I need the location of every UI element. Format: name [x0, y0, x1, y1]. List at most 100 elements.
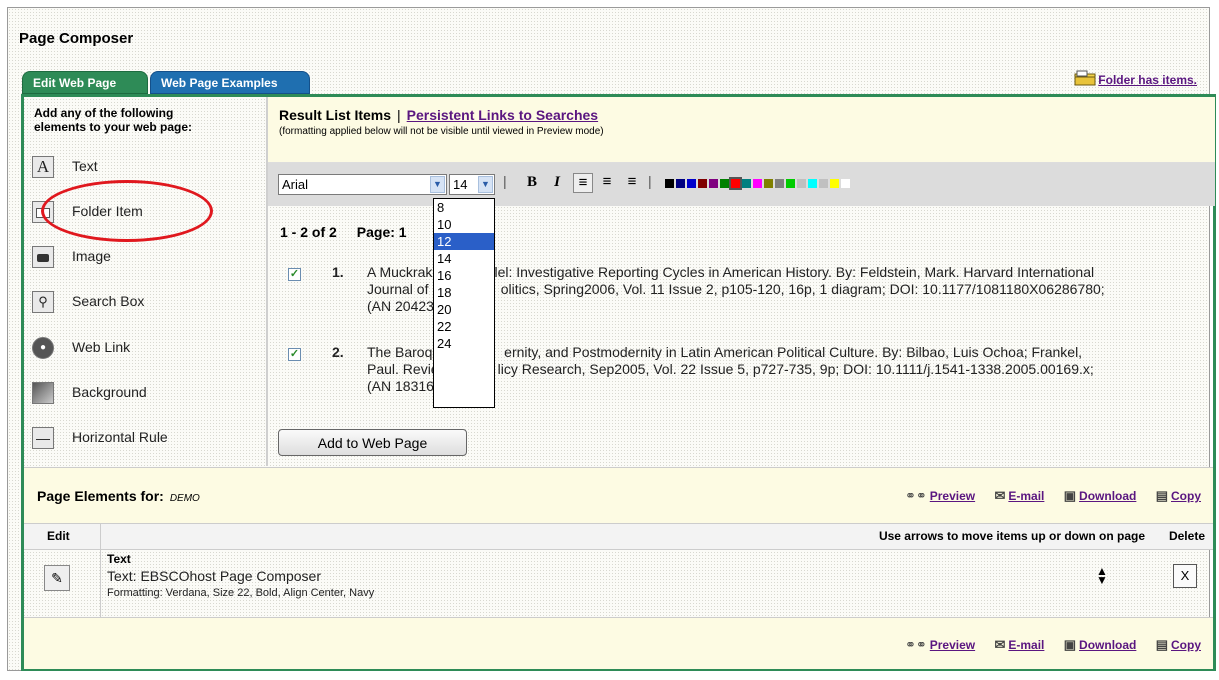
copy-icon: ▤	[1155, 488, 1168, 503]
camera-icon	[32, 246, 54, 268]
font-size-option[interactable]: 24	[434, 335, 494, 352]
email-link[interactable]: ✉ E-mail	[994, 488, 1045, 503]
result-item-source-part2: licy Research, Sep2005, Vol. 22 Issue 5,…	[497, 361, 1094, 377]
copy-link[interactable]: ▤ Copy	[1156, 637, 1201, 652]
formatting-toolbar: Arial ▼ 14 ▼ | B I ≡ ≡ ≡ |	[268, 163, 1215, 206]
result-item-title-part1[interactable]: A Muckraki	[367, 264, 435, 280]
copy-label: Copy	[1171, 638, 1201, 652]
element-type: Text	[107, 552, 131, 566]
element-background[interactable]: Background	[32, 382, 147, 408]
element-horizontal-rule-label: Horizontal Rule	[72, 429, 168, 445]
page-elements-title: Page Elements for: DEMO	[37, 488, 200, 504]
element-text[interactable]: A Text	[32, 156, 98, 182]
preview-link[interactable]: Preview	[930, 489, 975, 503]
page-title: Page Composer	[19, 30, 134, 47]
element-text-value: Text: EBSCOhost Page Composer	[107, 568, 321, 584]
result-list-panel: Result List Items | Persistent Links to Se…	[266, 97, 1215, 466]
bold-button[interactable]: B	[523, 173, 541, 191]
color-swatch[interactable]	[687, 179, 696, 188]
glasses-icon: ⚭⚭	[904, 637, 927, 652]
tab-edit-web-page[interactable]: Edit Web Page	[22, 71, 148, 94]
preview-link[interactable]: Preview	[930, 638, 975, 652]
result-list-header: Result List Items | Persistent Links to Se…	[268, 97, 1215, 163]
edit-pencil-icon[interactable]: ✎	[44, 565, 70, 591]
chevron-down-icon[interactable]: ▼	[430, 176, 445, 193]
envelope-icon: ✉	[994, 637, 1006, 652]
font-size-option[interactable]: 18	[434, 284, 494, 301]
result-range: 1 - 2 of 2	[280, 224, 337, 240]
folder-status[interactable]: Folder has items.	[1074, 70, 1197, 87]
email-link[interactable]: ✉ E-mail	[994, 637, 1044, 652]
composer-main: Add any of the following elements to you…	[21, 94, 1216, 671]
download-label: Download	[1079, 489, 1137, 503]
delete-button[interactable]: X	[1173, 564, 1197, 588]
color-swatch[interactable]	[764, 179, 773, 188]
download-link[interactable]: ▣ Download	[1064, 637, 1137, 652]
element-horizontal-rule[interactable]: — Horizontal Rule	[32, 427, 168, 453]
formatting-note: (formatting applied below will not be vi…	[279, 126, 604, 137]
add-to-web-page-button[interactable]: Add to Web Page	[278, 429, 467, 456]
color-swatch[interactable]	[729, 177, 742, 190]
page-actions: ⚭⚭ Preview ✉ E-mail ▣ Download ▤ Copy	[905, 488, 1201, 504]
color-swatch[interactable]	[665, 179, 674, 188]
email-label: E-mail	[1008, 489, 1045, 503]
align-center-icon[interactable]: ≡	[598, 173, 616, 191]
result-list-title-row: Result List Items | Persistent Links to Se…	[279, 107, 598, 123]
move-arrows-icon[interactable]: ▲ ▼	[1096, 565, 1108, 586]
color-swatch[interactable]	[830, 179, 839, 188]
tab-web-page-examples[interactable]: Web Page Examples	[150, 71, 310, 94]
color-swatch[interactable]	[676, 179, 685, 188]
font-size-select[interactable]: 14 ▼	[449, 174, 495, 195]
result-item-title-part1[interactable]: The Baroqu	[367, 344, 440, 360]
align-left-icon[interactable]: ≡	[573, 173, 593, 193]
font-family-value: Arial	[282, 177, 309, 192]
element-search-box[interactable]: ⚲ Search Box	[32, 291, 144, 317]
italic-button[interactable]: I	[548, 173, 566, 191]
element-formatting: Formatting: Verdana, Size 22, Bold, Alig…	[107, 587, 375, 599]
download-link[interactable]: ▣ Download	[1064, 488, 1137, 503]
font-size-option[interactable]: 20	[434, 301, 494, 318]
persistent-links-link[interactable]: Persistent Links to Searches	[407, 107, 598, 123]
result-item-checkbox[interactable]: ✓	[288, 348, 301, 361]
font-size-option[interactable]: 22	[434, 318, 494, 335]
result-item-source-part2: olitics, Spring2006, Vol. 11 Issue 2, p1…	[500, 281, 1105, 297]
element-image-label: Image	[72, 248, 111, 264]
element-background-label: Background	[72, 384, 147, 400]
font-size-option[interactable]: 14	[434, 250, 494, 267]
envelope-icon: ✉	[994, 488, 1006, 503]
color-swatch[interactable]	[808, 179, 817, 188]
color-swatch[interactable]	[709, 179, 718, 188]
result-item-checkbox[interactable]: ✓	[288, 268, 301, 281]
download-label: Download	[1079, 638, 1137, 652]
color-swatch[interactable]	[775, 179, 784, 188]
color-swatch[interactable]	[698, 179, 707, 188]
palette-title-line1: Add any of the following	[34, 106, 174, 120]
glasses-icon: ⚭⚭	[904, 488, 927, 503]
font-family-select[interactable]: Arial ▼	[278, 174, 447, 195]
color-swatch[interactable]	[819, 179, 828, 188]
magnifier-icon: ⚲	[32, 291, 54, 313]
chevron-down-icon[interactable]: ▼	[478, 176, 493, 193]
folder-icon	[1074, 70, 1096, 86]
font-size-option[interactable]: 12	[434, 233, 494, 250]
font-size-option[interactable]: 10	[434, 216, 494, 233]
color-swatch[interactable]	[797, 179, 806, 188]
result-item-source-part1: Paul. Revie	[367, 361, 439, 377]
align-right-icon[interactable]: ≡	[623, 173, 641, 191]
element-text-label: Text	[72, 158, 98, 174]
color-swatch[interactable]	[786, 179, 795, 188]
color-swatch[interactable]	[742, 179, 751, 188]
font-size-option[interactable]: 16	[434, 267, 494, 284]
copy-link[interactable]: ▤ Copy	[1155, 488, 1201, 503]
element-image[interactable]: Image	[32, 246, 111, 272]
globe-link-icon: ●	[32, 337, 54, 359]
page-element-row: ✎ Text Text: EBSCOhost Page Composer For…	[24, 549, 1213, 617]
element-search-box-label: Search Box	[72, 293, 145, 309]
folder-has-items-link[interactable]: Folder has items.	[1098, 73, 1197, 87]
font-size-option[interactable]: 8	[434, 199, 494, 216]
color-swatch[interactable]	[753, 179, 762, 188]
element-web-link[interactable]: ● Web Link	[32, 337, 130, 363]
font-size-value: 14	[453, 177, 468, 192]
color-swatch[interactable]	[720, 179, 729, 188]
color-swatch[interactable]	[841, 179, 850, 188]
